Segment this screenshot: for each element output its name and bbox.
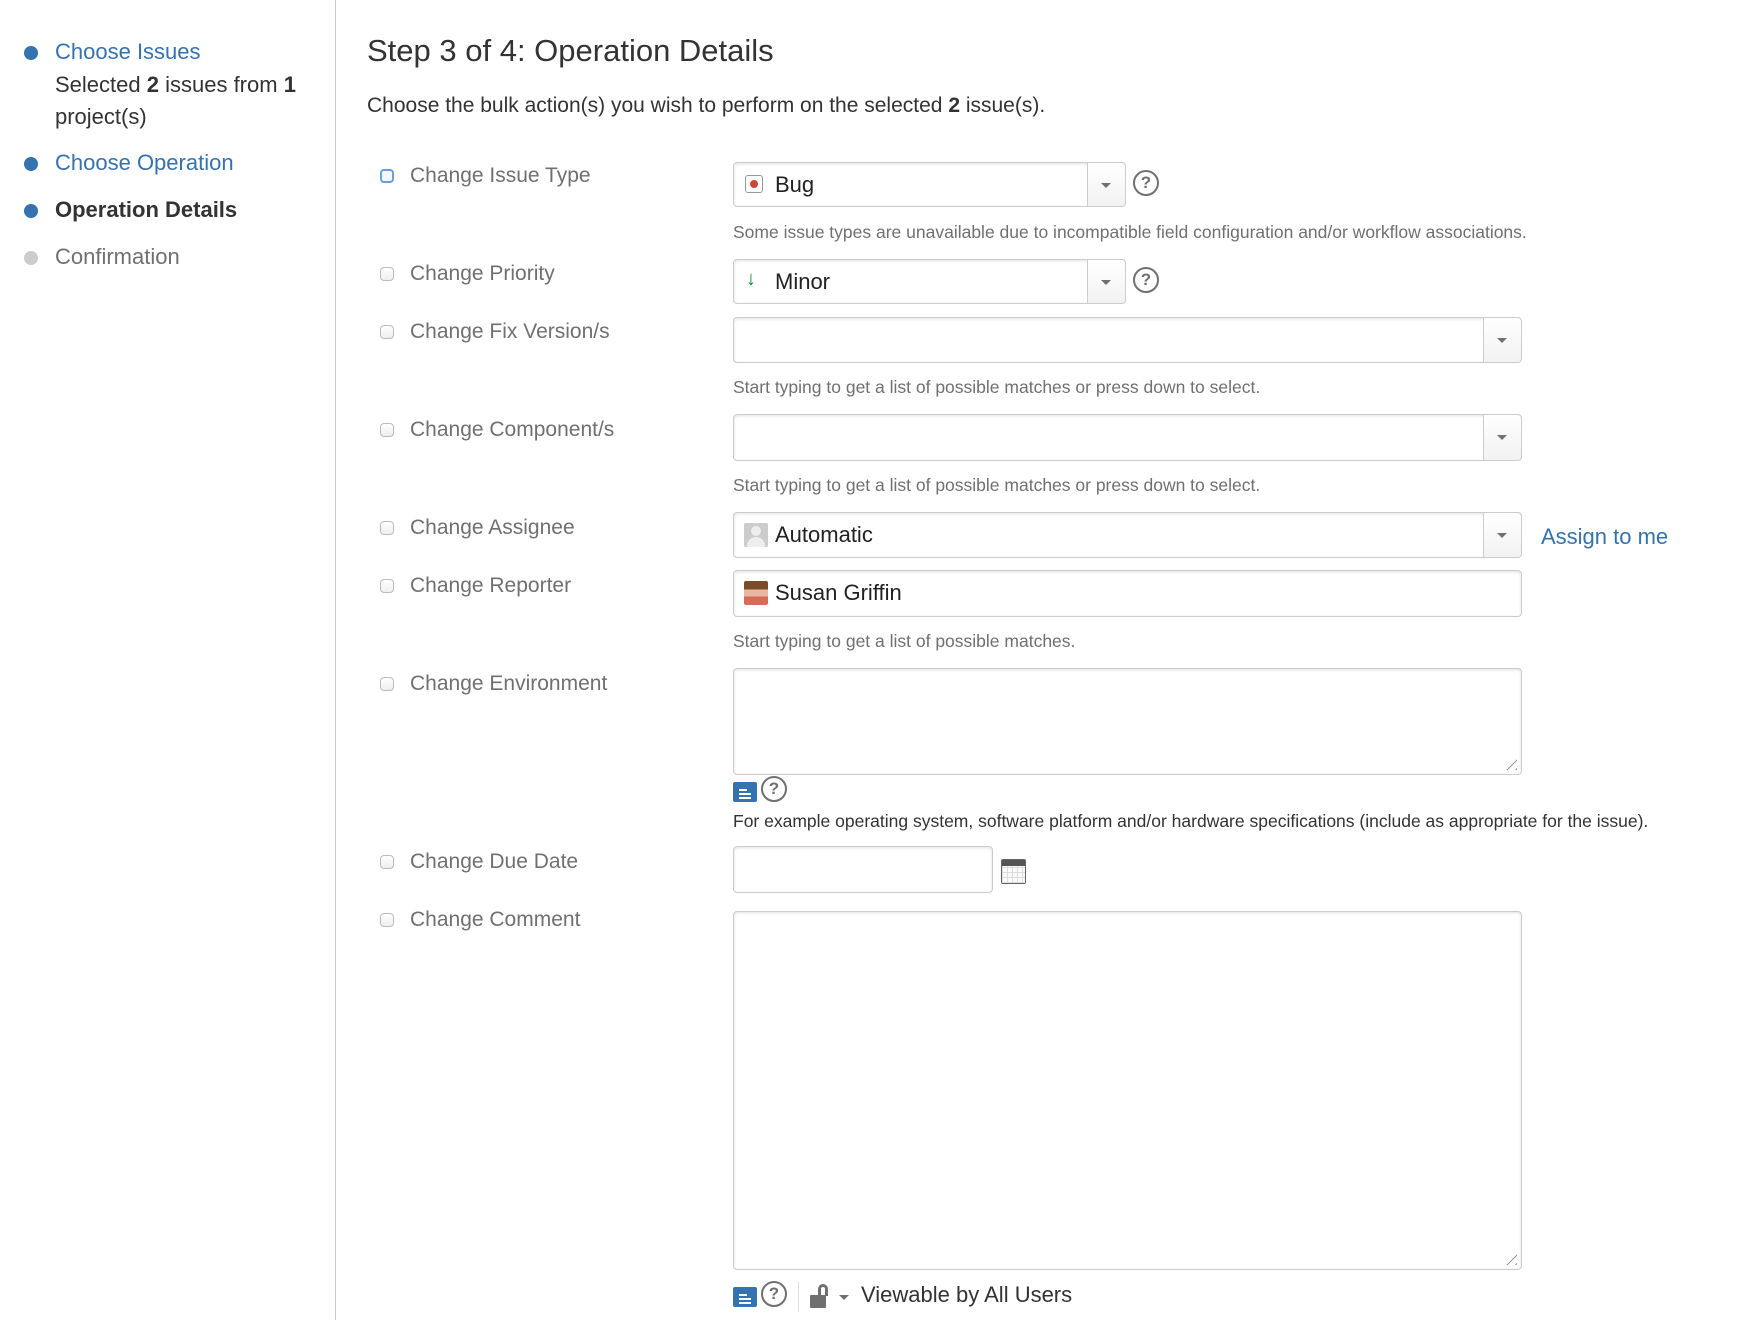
due-date-input[interactable] [733,846,993,893]
change-environment-label: Change Environment [410,672,608,695]
wiki-style-icon[interactable] [733,1287,757,1307]
default-avatar-icon [744,523,768,547]
change-reporter-label: Change Reporter [410,574,572,597]
change-issue-type-checkbox[interactable] [380,169,394,183]
chevron-down-icon[interactable] [1483,513,1521,557]
resize-handle[interactable] [1501,754,1517,770]
chevron-down-icon[interactable] [1483,415,1521,460]
reporter-value: Susan Griffin [775,580,902,605]
step-bullet-icon [24,204,38,218]
component-hint: Start typing to get a list of possible m… [733,475,1261,495]
selected-count: 2 [948,94,960,117]
step-choose-operation[interactable]: Choose Operation [24,150,234,176]
change-reporter-checkbox[interactable] [380,579,394,593]
change-component-checkbox[interactable] [380,423,394,437]
reporter-hint: Start typing to get a list of possible m… [733,631,1076,651]
chevron-down-icon[interactable] [839,1295,849,1300]
change-due-date-checkbox[interactable] [380,855,394,869]
reporter-picker[interactable]: Susan Griffin [733,570,1522,617]
change-fix-version-label: Change Fix Version/s [410,320,610,343]
calendar-icon[interactable] [1001,859,1026,884]
chevron-down-icon[interactable] [1483,318,1521,362]
step-label: Confirmation [55,244,180,269]
step-label: Operation Details [55,197,238,222]
selected-issue-count: 2 [146,72,159,97]
environment-hint: For example operating system, software p… [733,811,1649,831]
assignee-value: Automatic [775,522,873,547]
page-title: Step 3 of 4: Operation Details [367,33,774,68]
wizard-sidebar: Choose Issues Selected 2 issues from 1 p… [0,0,336,1320]
change-comment-checkbox[interactable] [380,913,394,927]
resize-handle[interactable] [1501,1249,1517,1265]
change-priority-checkbox[interactable] [380,267,394,281]
arrow-down-icon: ↓ [746,268,756,290]
page-subtitle: Choose the bulk action(s) you wish to pe… [367,94,1046,117]
help-icon[interactable]: ? [761,776,787,802]
assignee-picker[interactable]: Automatic [733,512,1522,558]
wiki-style-icon[interactable] [733,782,757,802]
step-label: Choose Issues [55,39,201,64]
chevron-down-icon[interactable] [1087,163,1125,206]
step-bullet-icon [24,251,38,265]
component-picker[interactable] [733,414,1522,461]
issue-type-value: Bug [775,172,815,197]
change-assignee-label: Change Assignee [410,516,575,539]
toolbar-divider [798,1282,799,1312]
step-confirmation: Confirmation [24,244,180,270]
bug-icon [745,175,763,193]
issue-type-select[interactable]: Bug [733,162,1126,207]
change-comment-label: Change Comment [410,908,581,931]
user-avatar [744,581,768,605]
change-fix-version-checkbox[interactable] [380,325,394,339]
priority-select[interactable]: ↓ Minor [733,259,1126,304]
selection-summary: Selected 2 issues from 1 project(s) [55,72,296,129]
fix-version-picker[interactable] [733,317,1522,363]
step-label: Choose Operation [55,150,234,175]
change-due-date-label: Change Due Date [410,850,579,873]
comment-textarea[interactable] [733,911,1522,1270]
selected-project-count: 1 [283,72,296,97]
change-environment-checkbox[interactable] [380,677,394,691]
environment-textarea[interactable] [733,668,1522,775]
step-bullet-icon [24,46,38,60]
step-choose-issues[interactable]: Choose Issues [24,39,201,65]
issue-type-hint: Some issue types are unavailable due to … [733,222,1527,242]
comment-visibility[interactable]: Viewable by All Users [861,1282,1072,1308]
unlock-icon[interactable] [810,1284,832,1308]
help-icon[interactable]: ? [1133,267,1159,293]
change-component-label: Change Component/s [410,418,615,441]
change-priority-label: Change Priority [410,262,555,285]
help-icon[interactable]: ? [761,1281,787,1307]
assign-to-me-link[interactable]: Assign to me [1541,524,1668,550]
step-bullet-icon [24,157,38,171]
step-operation-details: Operation Details [24,197,238,223]
priority-value: Minor [775,269,831,294]
chevron-down-icon[interactable] [1087,260,1125,303]
change-assignee-checkbox[interactable] [380,521,394,535]
help-icon[interactable]: ? [1133,170,1159,196]
change-issue-type-label: Change Issue Type [410,164,591,187]
fix-version-hint: Start typing to get a list of possible m… [733,377,1261,397]
